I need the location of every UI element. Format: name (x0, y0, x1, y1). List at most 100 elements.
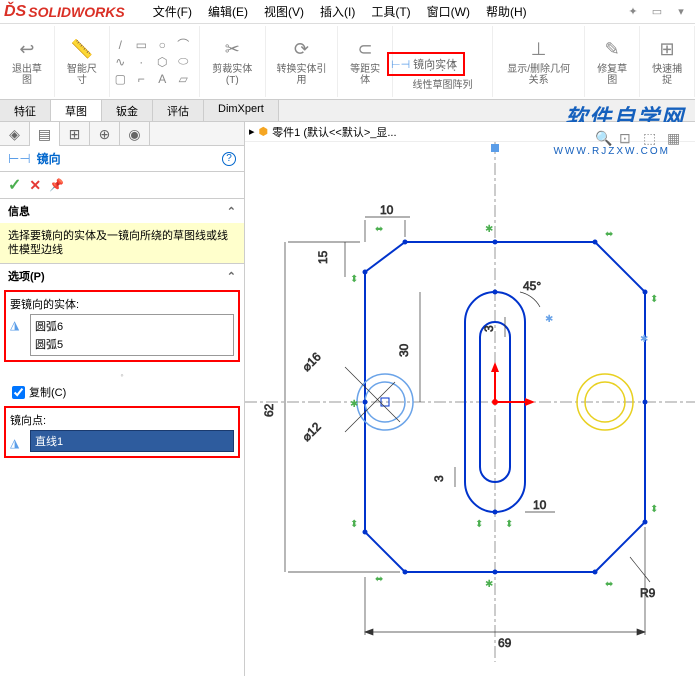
exit-sketch-button[interactable]: ↩ 退出草图 (6, 36, 48, 88)
rect-tool-icon[interactable]: ▭ (131, 37, 151, 53)
dropdown-icon[interactable]: ▾ (671, 2, 691, 22)
svg-text:10: 10 (380, 203, 394, 217)
info-header-label: 信息 (8, 203, 30, 219)
svg-text:⬌: ⬌ (605, 229, 613, 240)
part-icon: ⬢ (259, 125, 269, 138)
smart-dim-label: 智能尺寸 (65, 64, 99, 86)
menu-edit[interactable]: 编辑(E) (200, 1, 256, 22)
panel-tab-config[interactable]: ⊞ (60, 122, 90, 146)
repair-label: 修复草图 (595, 64, 629, 86)
panel-tab-property[interactable]: ▤ (30, 122, 60, 146)
convert-icon: ⟳ (289, 38, 313, 62)
svg-text:⬌: ⬌ (375, 224, 383, 235)
help-icon[interactable]: ? (222, 152, 236, 166)
copy-checkbox[interactable] (12, 386, 25, 399)
svg-text:62: 62 (262, 403, 276, 417)
svg-text:30: 30 (397, 343, 411, 357)
mirror-feature-icon: ⊢⊣ (8, 151, 31, 167)
mirror-point-box: 镜向点: ◮ 直线1 (4, 406, 240, 458)
menu-insert[interactable]: 插入(I) (312, 1, 363, 22)
point-tool-icon[interactable]: · (131, 54, 151, 70)
expand-icon[interactable]: ▸ (249, 125, 255, 138)
smart-dim-button[interactable]: 📏 智能尺寸 (61, 36, 103, 88)
panel-tab-display[interactable]: ◉ (120, 122, 150, 146)
ellipse-tool-icon[interactable]: ⬭ (173, 54, 193, 70)
menu-view[interactable]: 视图(V) (256, 1, 312, 22)
options-header-label: 选项(P) (8, 268, 45, 284)
svg-text:✱: ✱ (350, 399, 358, 410)
snap-button[interactable]: ⊞ 快速捕捉 (646, 36, 688, 88)
entities-list[interactable]: 圆弧6 圆弧5 (30, 314, 234, 356)
dimension-icon: 📏 (70, 38, 94, 62)
relations-button[interactable]: ⊥ 显示/删除几何关系 (499, 36, 578, 88)
menu-help[interactable]: 帮助(H) (478, 1, 535, 22)
panel-tab-feature-tree[interactable]: ◈ (0, 122, 30, 146)
slot-tool-icon[interactable]: ▢ (110, 71, 130, 87)
svg-text:⬍: ⬍ (650, 294, 658, 305)
trim-button[interactable]: ✂ 剪裁实体(T) (206, 36, 259, 88)
copy-checkbox-row: 复制(C) (0, 380, 244, 404)
spline-tool-icon[interactable]: ∿ (110, 54, 130, 70)
tab-sheetmetal[interactable]: 钣金 (102, 100, 153, 121)
mirror-point-field[interactable]: 直线1 (30, 430, 234, 452)
panel-tab-dimxpert[interactable]: ⊕ (90, 122, 120, 146)
snap-icon: ⊞ (655, 38, 679, 62)
collapse-icon: ⌃ (227, 205, 236, 218)
svg-text:R9: R9 (640, 586, 656, 600)
svg-text:10: 10 (533, 498, 547, 512)
polygon-tool-icon[interactable]: ⬡ (152, 54, 172, 70)
svg-text:✱: ✱ (485, 579, 493, 590)
new-doc-icon[interactable]: ▭ (647, 2, 667, 22)
options-header[interactable]: 选项(P) ⌃ (0, 264, 244, 288)
arc-tool-icon[interactable]: ⌒ (173, 37, 193, 53)
svg-text:⬌: ⬌ (605, 579, 613, 590)
feature-header: ⊢⊣ 镜向 ? (0, 146, 244, 172)
svg-text:3: 3 (482, 325, 496, 332)
cancel-button[interactable]: ✕ (29, 177, 41, 194)
sketch-canvas[interactable]: ⬌✱ ⬌⬍ ⬍⬌ ✱⬌ ✱⬍ ⬍ ✱ ✱ ⬍⬍ 10 15 (245, 142, 695, 676)
info-header[interactable]: 信息 ⌃ (0, 199, 244, 223)
fillet-tool-icon[interactable]: ⌐ (131, 71, 151, 87)
svg-text:⌀16: ⌀16 (299, 349, 324, 374)
svg-text:✱: ✱ (640, 334, 648, 345)
svg-text:⬍: ⬍ (350, 274, 358, 285)
svg-text:69: 69 (498, 636, 512, 650)
entity-item[interactable]: 圆弧6 (33, 317, 231, 335)
menu-file[interactable]: 文件(F) (145, 1, 200, 22)
menu-window[interactable]: 窗口(W) (419, 1, 478, 22)
property-panel: ◈ ▤ ⊞ ⊕ ◉ ⊢⊣ 镜向 ? ✓ ✕ 📌 信息 ⌃ 选择要镜向的实体及一镜… (0, 122, 245, 676)
relations-label: 显示/删除几何关系 (503, 64, 574, 86)
mirror-point-label: 镜向点: (10, 412, 234, 428)
plane-tool-icon[interactable]: ▱ (173, 71, 193, 87)
canvas-area: ▸ ⬢ 零件1 (默认<<默认>_显... WWW.RJZXW.COM 🔍 ⊡ … (245, 122, 695, 676)
tab-evaluate[interactable]: 评估 (153, 100, 204, 121)
menu-tools[interactable]: 工具(T) (363, 1, 418, 22)
ribbon: ↩ 退出草图 📏 智能尺寸 / ▭ ○ ⌒ ∿ · ⬡ ⬭ ▢ ⌐ A ▱ ✂ … (0, 24, 695, 100)
convert-button[interactable]: ⟳ 转换实体引用 (272, 36, 331, 88)
mirror-entity-button[interactable]: ⊢⊣ 镜向实体 (387, 52, 465, 76)
entity-select-icon: ◮ (10, 314, 26, 332)
offset-button[interactable]: ⊂ 等距实体 (344, 36, 386, 88)
tab-sketch[interactable]: 草图 (51, 100, 102, 121)
entity-item[interactable]: 圆弧5 (33, 335, 231, 353)
svg-text:✱: ✱ (545, 314, 553, 325)
titlebar: ĎS SOLIDWORKS 文件(F) 编辑(E) 视图(V) 插入(I) 工具… (0, 0, 695, 24)
ok-button[interactable]: ✓ (8, 175, 21, 195)
star-icon[interactable]: ✦ (623, 2, 643, 22)
copy-label: 复制(C) (29, 384, 66, 400)
line-tool-icon[interactable]: / (110, 37, 130, 53)
tab-dimxpert[interactable]: DimXpert (204, 100, 279, 121)
document-name[interactable]: 零件1 (默认<<默认>_显... (272, 124, 396, 140)
circle-tool-icon[interactable]: ○ (152, 37, 172, 53)
svg-text:45°: 45° (523, 279, 541, 293)
tab-features[interactable]: 特征 (0, 100, 51, 121)
repair-button[interactable]: ✎ 修复草图 (591, 36, 633, 88)
exit-sketch-label: 退出草图 (10, 64, 44, 86)
svg-text:⬍: ⬍ (350, 519, 358, 530)
text-tool-icon[interactable]: A (152, 71, 172, 87)
title-icons: ✦ ▭ ▾ (623, 2, 691, 22)
svg-text:⬍: ⬍ (505, 519, 513, 530)
relations-icon: ⊥ (527, 38, 551, 62)
svg-text:15: 15 (316, 250, 330, 264)
pin-button[interactable]: 📌 (49, 178, 64, 192)
